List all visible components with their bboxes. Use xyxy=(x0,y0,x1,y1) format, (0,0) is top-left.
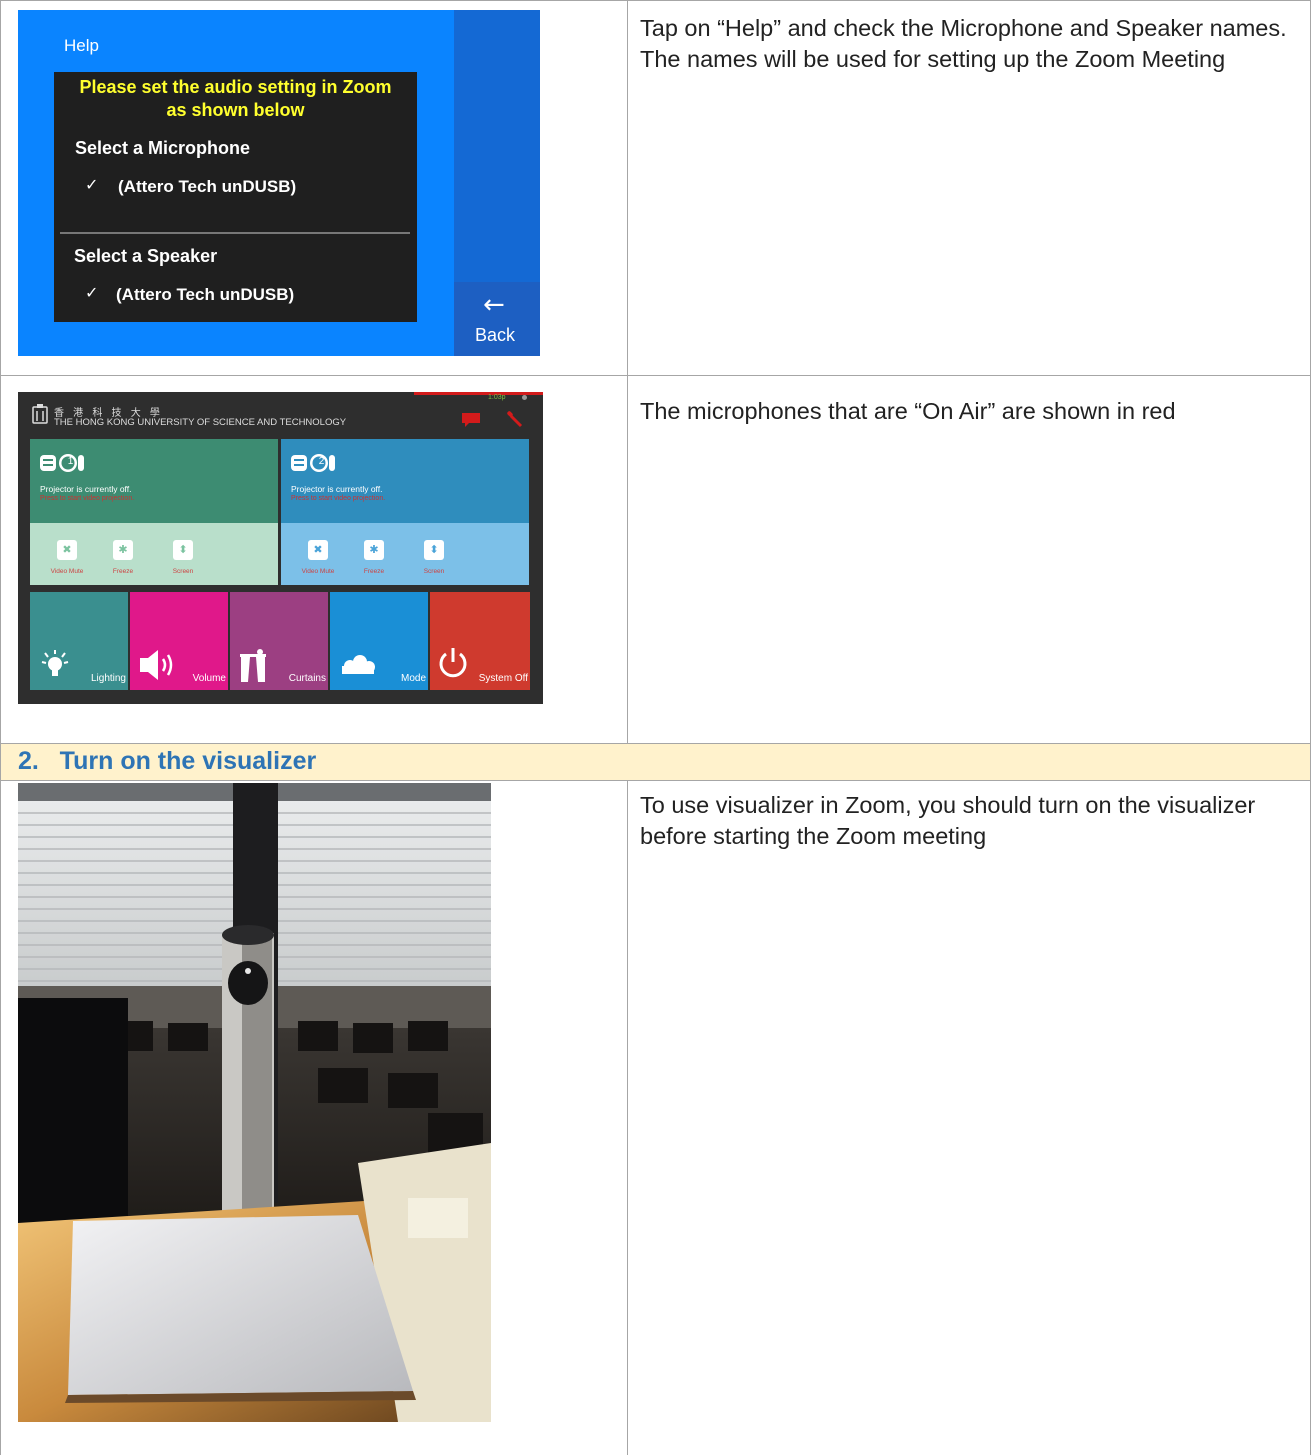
screen-button[interactable]: ⬍ xyxy=(424,540,444,560)
projector-2-header xyxy=(281,439,529,523)
mode-tile[interactable]: Mode xyxy=(330,592,428,690)
table-border-row3 xyxy=(0,780,1311,781)
back-arrow-icon: ← xyxy=(483,290,505,320)
row-description: To use visualizer in Zoom, you should tu… xyxy=(640,792,1256,849)
mode-icon xyxy=(342,655,375,674)
volume-tile[interactable]: Volume xyxy=(130,592,228,690)
projector-number: 2 xyxy=(318,456,325,467)
audio-heading-line1: Please set the audio setting in Zoom xyxy=(79,77,392,97)
control-panel-screenshot: 香 港 科 技 大 學 THE HONG KONG UNIVERSITY OF … xyxy=(18,392,543,704)
status-text: 1:03p xyxy=(488,394,506,401)
freeze-button[interactable]: ✱ xyxy=(113,540,133,560)
table-border-left xyxy=(0,0,1,1455)
tile-label: System Off xyxy=(478,673,528,684)
check-icon: ✓ xyxy=(85,283,99,302)
power-icon xyxy=(439,648,467,678)
light-bulb-icon xyxy=(41,650,69,676)
projector-status: Projector is currently off. xyxy=(40,484,132,494)
row-description: The microphones that are “On Air” are sh… xyxy=(640,398,1176,424)
projector-hint: Press to start video projection. xyxy=(40,495,135,502)
system-off-tile[interactable]: System Off xyxy=(430,592,530,690)
audio-heading-line2: as shown below xyxy=(166,100,305,120)
projector-icon xyxy=(291,454,335,472)
university-name-english: THE HONG KONG UNIVERSITY OF SCIENCE AND … xyxy=(54,417,347,428)
projector-number: 1 xyxy=(67,456,74,467)
curtains-tile[interactable]: Curtains xyxy=(230,592,328,690)
freeze-button[interactable]: ✱ xyxy=(364,540,384,560)
back-label: Back xyxy=(475,325,516,345)
button-label: Freeze xyxy=(363,568,385,575)
button-label: Video Mute xyxy=(301,568,335,575)
panel-divider xyxy=(60,232,410,234)
table-column-divider xyxy=(627,0,628,743)
screen-button[interactable]: ⬍ xyxy=(173,540,193,560)
table-column-divider xyxy=(627,780,628,1455)
table-border-top xyxy=(0,0,1311,1)
projector-1-panel[interactable]: 1 Projector is currently off. Press to s… xyxy=(30,439,278,589)
audio-settings-panel: Please set the audio setting in Zoom as … xyxy=(54,72,417,322)
microphone-on-air-icon[interactable] xyxy=(505,410,523,428)
tile-label: Volume xyxy=(192,673,226,684)
check-icon: ✓ xyxy=(85,175,99,194)
tile-label: Mode xyxy=(400,673,426,684)
projector-hint: Press to start video projection. xyxy=(291,495,386,502)
microphone-label: Select a Microphone xyxy=(75,138,251,158)
section-heading-bar: 2. Turn on the visualizer xyxy=(1,744,1310,780)
video-mute-button[interactable]: ✖ xyxy=(57,540,77,560)
row-description: Tap on “Help” and check the Microphone a… xyxy=(640,15,1287,72)
chat-icon[interactable] xyxy=(461,412,481,428)
projector-1-header xyxy=(30,439,278,523)
video-mute-button[interactable]: ✖ xyxy=(308,540,328,560)
section-heading: 2. Turn on the visualizer xyxy=(18,747,317,775)
speaker-label: Select a Speaker xyxy=(74,246,218,266)
microphone-device: (Attero Tech unDUSB) xyxy=(118,177,297,196)
help-screenshot: ← Back Help Please set the audio setting… xyxy=(18,10,540,356)
lighting-tile[interactable]: Lighting xyxy=(30,592,128,690)
button-label: Screen xyxy=(423,568,445,575)
tile-label: Curtains xyxy=(288,673,326,684)
curtains-icon xyxy=(240,649,266,682)
projector-icon xyxy=(40,454,84,472)
speaker-device: (Attero Tech unDUSB) xyxy=(116,285,295,304)
tile-label: Lighting xyxy=(90,673,126,684)
document-page: ← Back Help Please set the audio setting… xyxy=(0,0,1311,1455)
button-label: Video Mute xyxy=(50,568,84,575)
projector-2-panel[interactable]: 2 Projector is currently off. Press to s… xyxy=(281,439,529,589)
hkust-logo-icon xyxy=(32,404,48,424)
table-border-row1 xyxy=(0,375,1311,376)
status-dot xyxy=(522,395,527,400)
visualizer-photo xyxy=(18,783,491,1422)
speaker-icon xyxy=(140,650,173,680)
projector-status: Projector is currently off. xyxy=(291,484,383,494)
button-label: Screen xyxy=(172,568,194,575)
button-label: Freeze xyxy=(112,568,134,575)
help-title: Help xyxy=(64,36,99,55)
